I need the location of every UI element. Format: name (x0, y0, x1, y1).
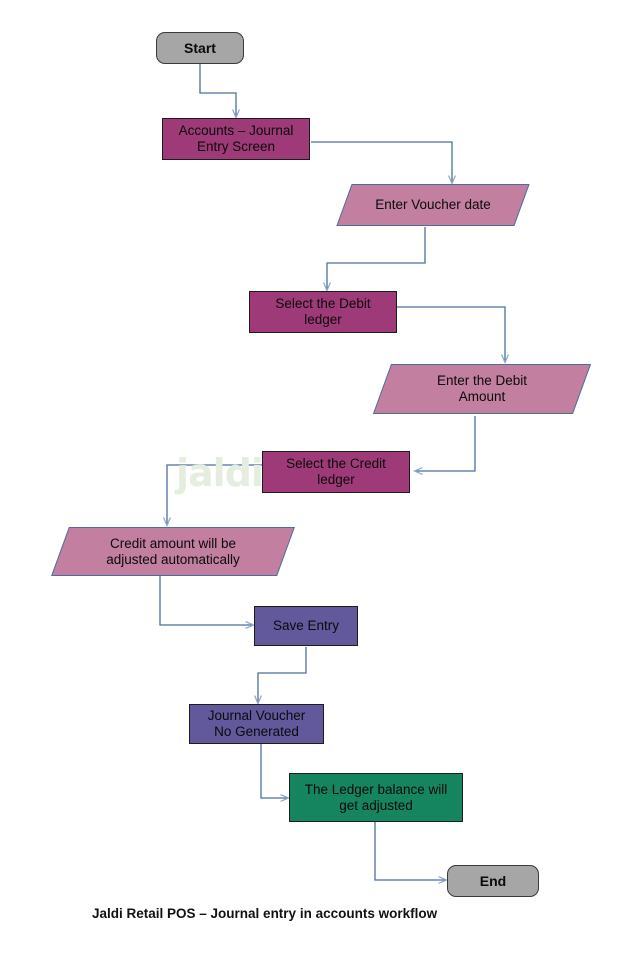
node-enter-voucher-date-label: Enter Voucher date (375, 197, 491, 212)
edge-journal-voucher-to-ledger-balance (260, 744, 288, 798)
node-save-entry[interactable]: Save Entry (254, 606, 358, 646)
edge-save-entry-to-journal-voucher (258, 647, 307, 703)
node-credit-amount-auto-adjust[interactable]: Credit amount will be adjusted automatic… (51, 527, 295, 576)
node-journal-voucher-no-generated[interactable]: Journal Voucher No Generated (189, 704, 324, 744)
node-start[interactable]: Start (156, 32, 244, 64)
node-enter-voucher-date[interactable]: Enter Voucher date (336, 184, 530, 226)
edge-start-to-journal-screen (199, 63, 236, 117)
node-ledger-balance-adjusted-label: The Ledger balance will get adjusted (304, 781, 448, 813)
node-credit-amount-auto-adjust-label: Credit amount will be adjusted automatic… (106, 535, 240, 567)
node-enter-debit-amount-label: Enter the Debit Amount (436, 373, 528, 404)
jaldi-watermark: jaldi (176, 451, 264, 495)
node-journal-entry-screen[interactable]: Accounts – Journal Entry Screen (162, 118, 310, 160)
edge-debit-amount-to-credit-ledger (415, 416, 476, 471)
edge-ledger-balance-to-end (374, 822, 446, 880)
node-end-label: End (479, 873, 507, 889)
edge-voucher-date-to-debit-ledger (327, 227, 426, 290)
node-select-credit-ledger[interactable]: Select the Credit ledger (262, 451, 410, 493)
edge-debit-ledger-to-debit-amount (397, 306, 505, 362)
edge-journal-screen-to-voucher-date (311, 141, 452, 183)
node-select-debit-ledger[interactable]: Select the Debit ledger (249, 291, 397, 333)
edge-credit-amount-to-save-entry (159, 576, 253, 625)
node-enter-debit-amount[interactable]: Enter the Debit Amount (372, 364, 592, 414)
node-start-label: Start (184, 40, 216, 56)
diagram-caption: Jaldi Retail POS – Journal entry in acco… (92, 906, 438, 921)
node-journal-entry-screen-label: Accounts – Journal Entry Screen (178, 123, 294, 154)
node-select-debit-ledger-label: Select the Debit ledger (275, 296, 371, 327)
node-select-credit-ledger-label: Select the Credit ledger (286, 456, 386, 487)
node-journal-voucher-no-generated-label: Journal Voucher No Generated (207, 708, 306, 739)
node-end[interactable]: End (447, 865, 539, 897)
flowchart-canvas: jaldi Start Accounts – Journal Entry Scr… (0, 0, 636, 956)
node-ledger-balance-adjusted[interactable]: The Ledger balance will get adjusted (289, 773, 463, 822)
node-save-entry-label: Save Entry (272, 618, 340, 633)
